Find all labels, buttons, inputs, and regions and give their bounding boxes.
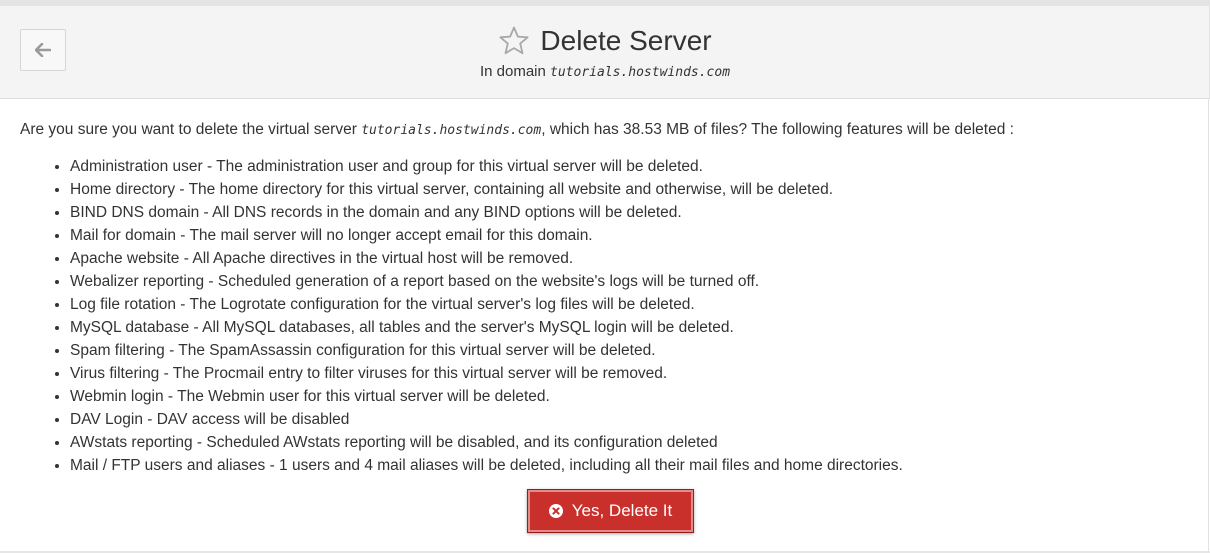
list-item: Mail / FTP users and aliases - 1 users a…	[70, 454, 1200, 477]
star-outline-icon[interactable]	[498, 25, 530, 57]
list-item: Virus filtering - The Procmail entry to …	[70, 362, 1200, 385]
list-item: AWstats reporting - Scheduled AWstats re…	[70, 431, 1200, 454]
list-item: Spam filtering - The SpamAssassin config…	[70, 339, 1200, 362]
intro-text-after: , which has 38.53 MB of files? The follo…	[541, 121, 1014, 138]
subtitle-prefix: In domain	[479, 63, 551, 80]
list-item: Log file rotation - The Logrotate config…	[70, 293, 1200, 316]
page-header: Delete Server In domain tutorials.hostwi…	[0, 6, 1210, 99]
list-item: Administration user - The administration…	[70, 155, 1200, 178]
list-item: Apache website - All Apache directives i…	[70, 247, 1200, 270]
page-title: Delete Server	[540, 25, 712, 56]
times-circle-icon	[548, 504, 563, 518]
intro-text-before: Are you sure you want to delete the virt…	[20, 121, 362, 138]
intro-domain: tutorials.hostwinds.com	[361, 123, 542, 138]
list-item: Webmin login - The Webmin user for this …	[70, 385, 1200, 408]
yes-delete-button[interactable]: Yes, Delete It	[527, 489, 694, 533]
list-item: DAV Login - DAV access will be disabled	[70, 408, 1200, 431]
yes-delete-label: Yes, Delete It	[571, 501, 673, 520]
list-item: Webalizer reporting - Scheduled generati…	[70, 270, 1200, 293]
list-item: BIND DNS domain - All DNS records in the…	[70, 201, 1200, 224]
list-item: Home directory - The home directory for …	[70, 178, 1200, 201]
feature-list: Administration user - The administration…	[20, 155, 1200, 477]
subtitle-domain: tutorials.hostwinds.com	[550, 65, 731, 80]
list-item: Mail for domain - The mail server will n…	[70, 224, 1200, 247]
list-item: MySQL database - All MySQL databases, al…	[70, 316, 1200, 339]
right-border	[1208, 98, 1209, 553]
main-content: Are you sure you want to delete the virt…	[20, 120, 1200, 477]
confirmation-text: Are you sure you want to delete the virt…	[20, 120, 1200, 141]
page-subtitle: In domain tutorials.hostwinds.com	[0, 63, 1210, 80]
